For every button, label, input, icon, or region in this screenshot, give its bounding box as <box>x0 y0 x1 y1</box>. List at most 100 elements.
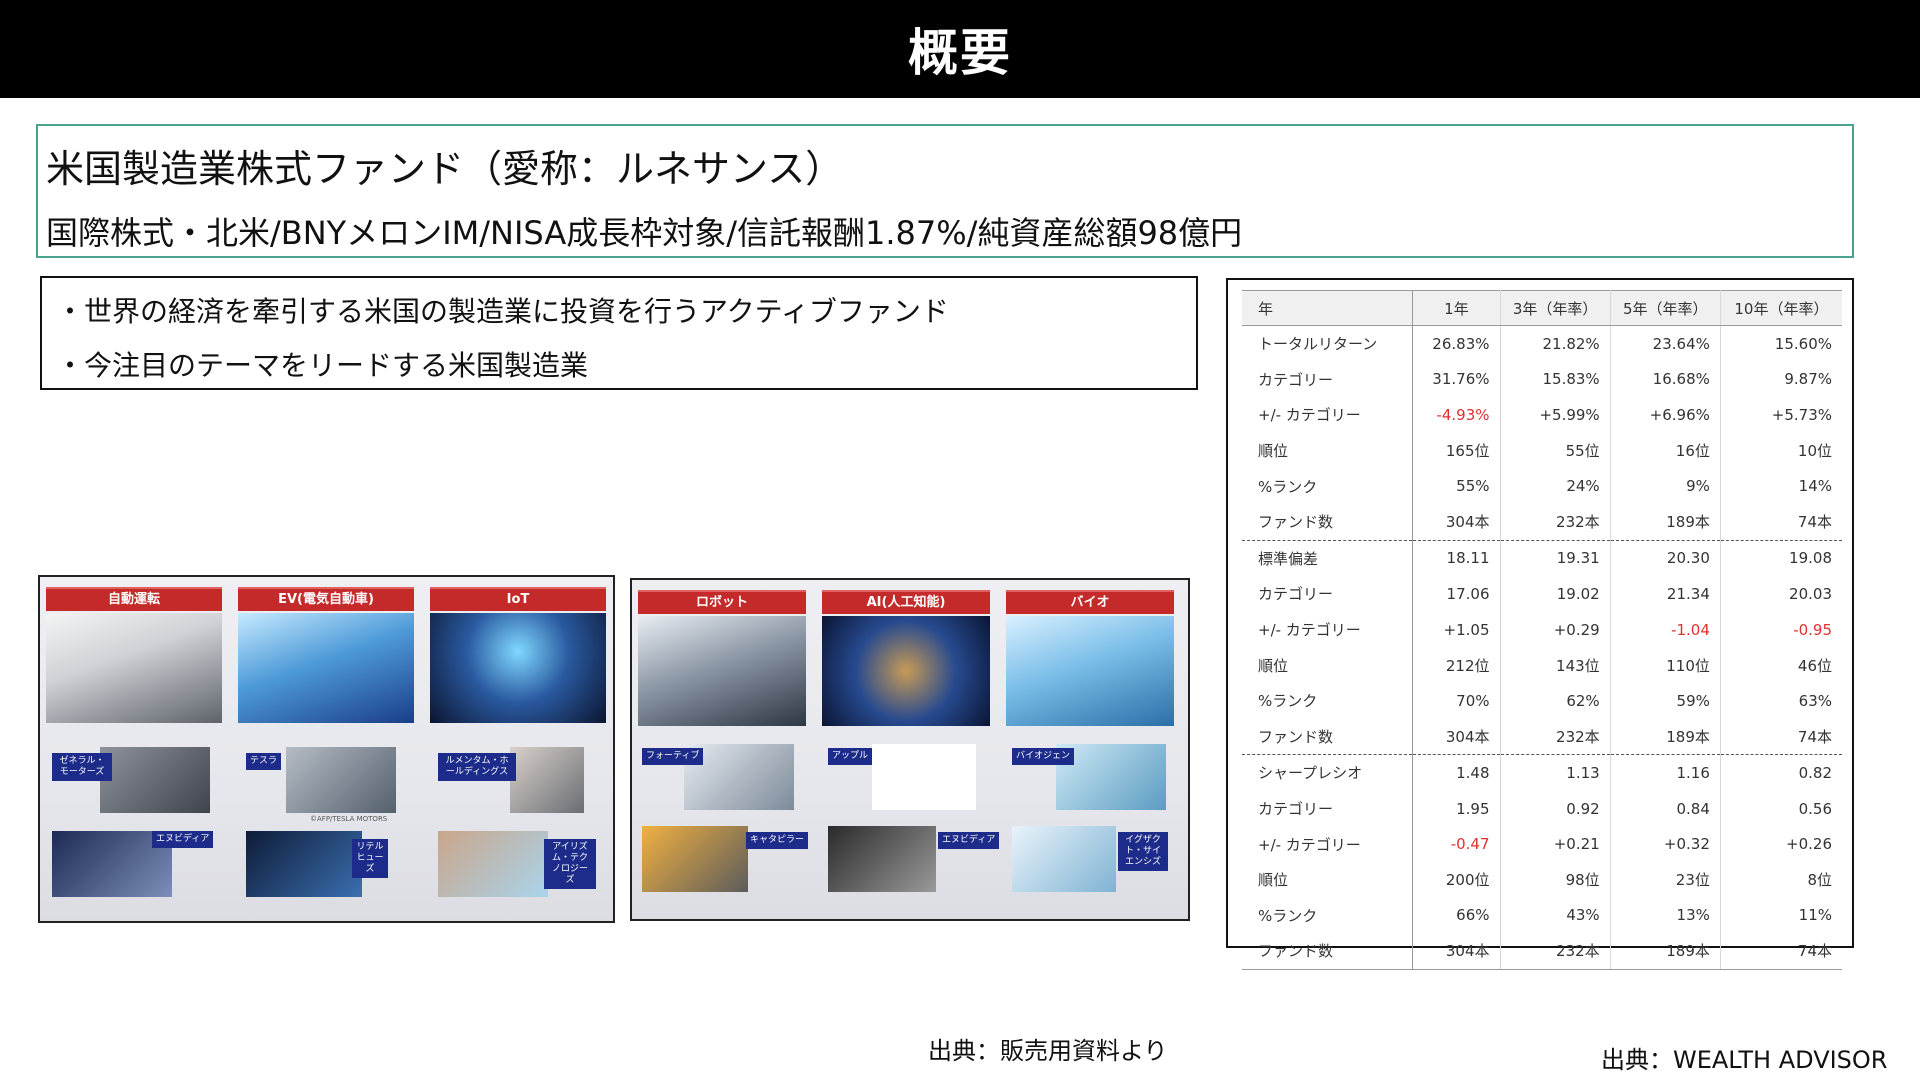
table-row: %ランク 55% 24% 9% 14% <box>1242 468 1842 504</box>
row-label: %ランク <box>1242 897 1414 934</box>
table-cell: 63% <box>1798 691 1832 710</box>
table-cell: 74本 <box>1797 513 1832 532</box>
table-cell: +0.21 <box>1500 826 1611 862</box>
table-cell: +6.96% <box>1610 397 1721 433</box>
source-note: 出典：販売用資料より <box>928 1037 1168 1065</box>
table-cell: 232本 <box>1500 503 1611 541</box>
table-cell: 31.76% <box>1412 361 1501 398</box>
table-header-row: 年 1年 3年（年率） 5年（年率） 10年（年率） <box>1242 290 1842 326</box>
table-cell: 23.64% <box>1610 325 1721 362</box>
table-cell: -0.95 <box>1793 620 1832 639</box>
table-row: ファンド数 304本 232本 189本 74本 <box>1242 503 1842 541</box>
table-row: 順位 165位 55位 16位 10位 <box>1242 432 1842 469</box>
table-cell: 165位 <box>1412 432 1501 469</box>
key-points-box: ・世界の経済を牽引する米国の製造業に投資を行うアクティブファンド ・今注目のテー… <box>40 276 1198 390</box>
row-label: 標準偏差 <box>1242 539 1414 577</box>
company-tag: エヌビディア <box>938 832 1000 849</box>
row-label: %ランク <box>1242 682 1414 719</box>
table-cell: +5.73% <box>1771 405 1832 424</box>
apple-iphone-image <box>872 744 976 810</box>
table-cell: 18.11 <box>1412 539 1501 577</box>
table-cell: 304本 <box>1412 718 1501 755</box>
company-tag: リテル ヒューズ <box>352 839 388 878</box>
table-cell: 19.02 <box>1500 576 1611 612</box>
bio-dna-image <box>1006 616 1174 726</box>
table-row: ファンド数 304本 232本 189本 74本 <box>1242 718 1842 755</box>
company-tag: ルメンタム・ホールディングス <box>438 753 516 781</box>
table-row: カテゴリー 31.76% 15.83% 16.68% 9.87% <box>1242 361 1842 398</box>
company-tag: フォーティブ <box>642 748 704 765</box>
table-row: %ランク 66% 43% 13% 11% <box>1242 897 1842 934</box>
nvidia-chip-image <box>828 826 936 892</box>
table-row: ファンド数 304本 232本 189本 74本 <box>1242 933 1842 970</box>
robot-hand-image <box>638 616 806 726</box>
table-cell: 14% <box>1798 477 1832 496</box>
theme-column-ev: EV(電気自動車) <box>238 587 414 723</box>
table-row: シャープレシオ 1.48 1.13 1.16 0.82 <box>1242 754 1842 791</box>
theme-header: 自動運転 <box>46 587 222 611</box>
table-cell: 21.82% <box>1500 325 1611 362</box>
theme-header: IoT <box>430 587 606 611</box>
row-label: +/- カテゴリー <box>1242 397 1414 433</box>
table-cell: -0.47 <box>1412 826 1501 862</box>
bullet-point: ・世界の経済を牽引する米国の製造業に投資を行うアクティブファンド <box>56 295 949 328</box>
table-cell: 15.60% <box>1774 334 1832 353</box>
company-tag: キャタピラー <box>746 832 809 849</box>
table-cell: 0.82 <box>1720 754 1842 791</box>
table-cell: 1.16 <box>1610 754 1721 791</box>
table-cell: 23位 <box>1610 861 1721 898</box>
table-cell: 26.83% <box>1412 325 1501 362</box>
table-cell: 46位 <box>1797 656 1832 675</box>
table-row: 順位 200位 98位 23位 8位 <box>1242 861 1842 898</box>
table-cell: 200位 <box>1412 861 1501 898</box>
table-cell: 304本 <box>1412 933 1501 970</box>
table-row: %ランク 70% 62% 59% 63% <box>1242 682 1842 719</box>
row-label: カテゴリー <box>1242 361 1414 398</box>
row-label: ファンド数 <box>1242 933 1414 970</box>
fund-info-box: 米国製造業株式ファンド（愛称：ルネサンス） 国際株式・北米/BNYメロンIM/N… <box>36 124 1854 258</box>
row-label: ファンド数 <box>1242 718 1414 755</box>
column-header: 10年（年率） <box>1720 290 1842 326</box>
theme-image-right: ロボット AI(人工知能) バイオ フォーティブ キャタピラー アップル エヌビ… <box>630 578 1190 921</box>
table-cell: 55位 <box>1500 432 1611 469</box>
table-cell: 110位 <box>1610 647 1721 683</box>
table-cell: 20.03 <box>1789 584 1832 603</box>
company-tag: テスラ <box>246 753 282 770</box>
theme-column-bio: バイオ <box>1006 590 1174 726</box>
source-note: 出典：WEALTH ADVISOR <box>1601 1046 1888 1074</box>
table-cell: 143位 <box>1500 647 1611 683</box>
bullet-point: ・今注目のテーマをリードする米国製造業 <box>56 349 589 382</box>
table-row: +/- カテゴリー -0.47 +0.21 +0.32 +0.26 <box>1242 826 1842 862</box>
table-cell: 11% <box>1798 906 1832 925</box>
table-cell: 0.84 <box>1610 790 1721 827</box>
table-cell: 16位 <box>1610 432 1721 469</box>
table-cell: 8位 <box>1807 871 1832 890</box>
iot-city-image <box>430 613 606 723</box>
table-cell: 62% <box>1500 682 1611 719</box>
table-row: +/- カテゴリー -4.93% +5.99% +6.96% +5.73% <box>1242 397 1842 433</box>
column-header: 3年（年率） <box>1500 290 1611 326</box>
table-cell: 1.95 <box>1412 790 1501 827</box>
table-cell: 20.30 <box>1610 539 1721 577</box>
table-cell: 66% <box>1412 897 1501 934</box>
table-row: トータルリターン 26.83% 21.82% 23.64% 15.60% <box>1242 325 1842 362</box>
table-cell: +0.29 <box>1500 611 1611 648</box>
caterpillar-image <box>642 826 748 892</box>
theme-image-left: 自動運転 EV(電気自動車) IoT ゼネラル・モーターズ エヌビディア テスラ… <box>38 575 615 923</box>
table-cell: 232本 <box>1500 718 1611 755</box>
performance-table: 年 1年 3年（年率） 5年（年率） 10年（年率） トータルリターン 26.83… <box>1242 290 1842 970</box>
table-cell: 19.08 <box>1720 539 1842 577</box>
tesla-image <box>286 747 396 813</box>
lumentum-image <box>510 747 584 813</box>
company-tag: エヌビディア <box>152 831 214 848</box>
column-header: 1年 <box>1412 290 1501 326</box>
table-cell: 189本 <box>1610 503 1721 541</box>
table-cell: -4.93% <box>1412 397 1501 433</box>
column-header: 年 <box>1242 290 1414 326</box>
table-cell: 9.87% <box>1784 370 1832 389</box>
company-tag: アップル <box>828 748 873 765</box>
table-cell: 17.06 <box>1412 576 1501 612</box>
performance-table-box: 年 1年 3年（年率） 5年（年率） 10年（年率） トータルリターン 26.83… <box>1226 278 1854 970</box>
table-row: カテゴリー 1.95 0.92 0.84 0.56 <box>1242 790 1842 827</box>
ai-brain-image <box>822 616 990 726</box>
